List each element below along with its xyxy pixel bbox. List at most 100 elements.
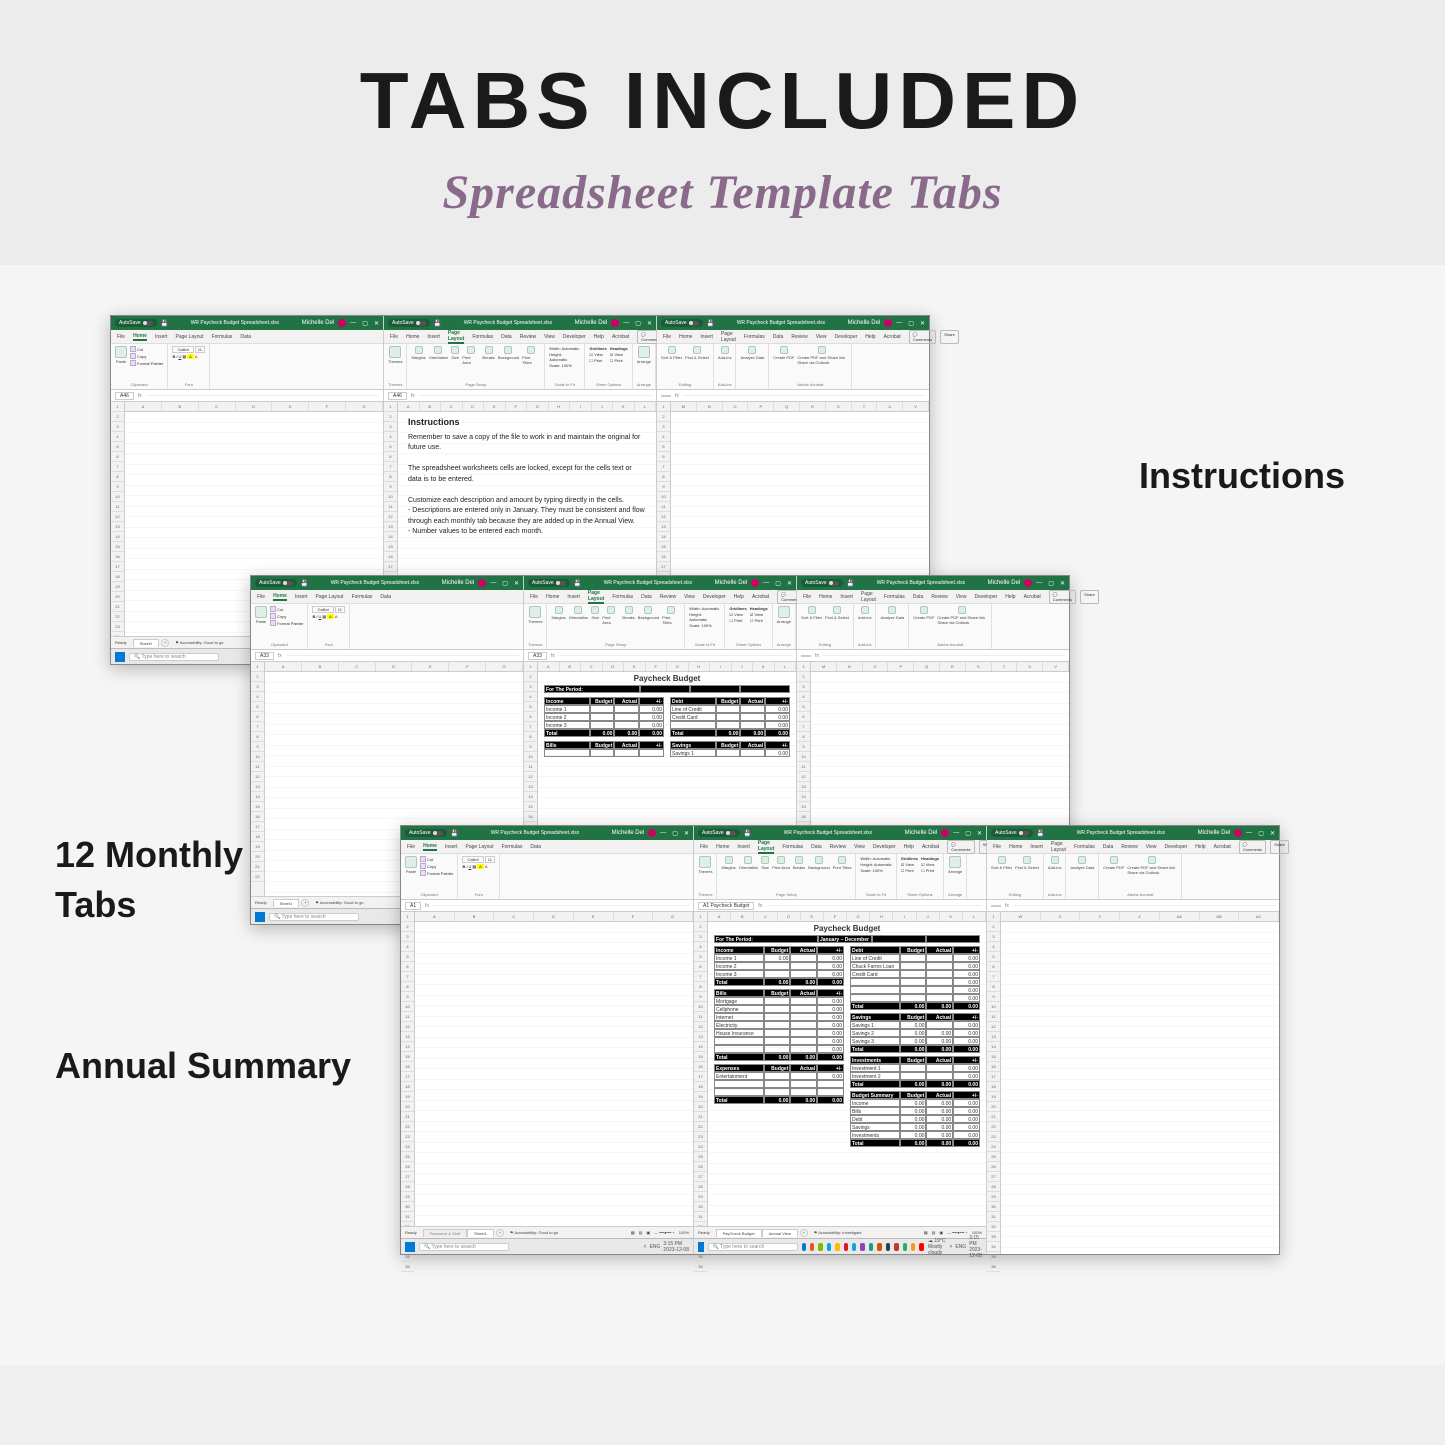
ribbon-tab-file[interactable]: File	[390, 334, 398, 340]
ribbon-tab-help[interactable]: Help	[594, 334, 604, 340]
analyze-button[interactable]: Analyze Data	[1070, 856, 1094, 870]
addins-button[interactable]: Add-ins	[718, 346, 732, 360]
taskbar-app-icon[interactable]	[877, 1243, 881, 1251]
height-select[interactable]: Height: Automatic	[689, 612, 720, 622]
font-size-select[interactable]: 11	[335, 606, 345, 613]
ribbon-tab-data[interactable]: Data	[913, 594, 924, 600]
close-icon[interactable]: ✕	[787, 580, 792, 587]
taskbar-search[interactable]: 🔍 Type here to search	[419, 1243, 509, 1251]
ribbon-tab-file[interactable]: File	[117, 334, 125, 340]
sheet-tab-paycheck-budget[interactable]: PayCheck Budget	[716, 1229, 762, 1237]
fill-color-button[interactable]: A	[477, 864, 484, 869]
cells[interactable]	[415, 922, 693, 1226]
user-avatar-icon[interactable]	[478, 579, 486, 587]
gridlines-print-check[interactable]: ☐ Print	[589, 358, 606, 363]
zoom-slider[interactable]: — ━━●━━ +	[654, 1230, 675, 1235]
font-color-button[interactable]: A	[485, 864, 488, 869]
minimize-icon[interactable]: —	[350, 320, 356, 327]
breaks-button[interactable]: Breaks	[793, 856, 805, 870]
ribbon-tab-formulas[interactable]: Formulas	[502, 844, 523, 850]
headings-view-check[interactable]: ☑ View	[750, 612, 768, 617]
gridlines-view-check[interactable]: ☑ View	[589, 352, 606, 357]
format-painter-button[interactable]: Format Painter	[420, 870, 453, 876]
bold-button[interactable]: B	[172, 354, 175, 359]
name-box[interactable]: A1 Paycheck Budget	[698, 902, 754, 910]
scale-select[interactable]: Scale: 100%	[860, 868, 891, 873]
add-sheet-button[interactable]: +	[301, 899, 309, 907]
margins-button[interactable]: Margins	[411, 346, 425, 360]
background-button[interactable]: Background	[498, 346, 519, 360]
maximize-icon[interactable]: ▢	[908, 320, 914, 327]
arrange-button[interactable]: Arrange	[948, 856, 962, 874]
minimize-icon[interactable]: —	[953, 830, 959, 837]
autosave-toggle[interactable]: AutoSave	[698, 829, 740, 837]
save-icon[interactable]: 💾	[744, 830, 751, 837]
ribbon-tab-insert[interactable]: Insert	[840, 594, 853, 600]
fx-icon[interactable]: fx	[551, 653, 555, 659]
taskbar-search[interactable]: 🔍 Type here to search	[269, 913, 359, 921]
breaks-button[interactable]: Breaks	[482, 346, 494, 360]
border-button[interactable]: ▦	[472, 864, 476, 869]
headings-print-check[interactable]: ☐ Print	[750, 618, 768, 623]
ribbon-tab-insert[interactable]: Insert	[700, 334, 713, 340]
save-icon[interactable]: 💾	[847, 580, 854, 587]
lang-indicator[interactable]: ENG	[955, 1244, 966, 1250]
fx-icon[interactable]: fx	[138, 393, 142, 399]
fx-icon[interactable]: fx	[675, 393, 679, 399]
name-box[interactable]: A1	[405, 902, 421, 910]
headings-print-check[interactable]: ☐ Print	[921, 868, 939, 873]
close-icon[interactable]: ✕	[1060, 580, 1065, 587]
ribbon-tab-review[interactable]: Review	[520, 334, 536, 340]
clock[interactable]: 3:15 PM2023-12-08	[663, 1241, 689, 1253]
gridlines-print-check[interactable]: ☐ Print	[901, 868, 918, 873]
analyze-button[interactable]: Analyze Data	[880, 606, 904, 620]
ribbon-tab-acrobat[interactable]: Acrobat	[752, 594, 769, 600]
ribbon-tab-home[interactable]: Home	[423, 843, 437, 851]
ribbon-tab-formulas[interactable]: Formulas	[352, 594, 373, 600]
comments-button[interactable]: 💬 Comments	[909, 330, 936, 344]
sort-filter-button[interactable]: Sort & Filter	[991, 856, 1012, 870]
sheet-tab-sheet1[interactable]: Sheet1	[273, 899, 300, 907]
sort-filter-button[interactable]: Sort & Filter	[661, 346, 682, 360]
cut-button[interactable]: Cut	[130, 346, 163, 352]
orientation-button[interactable]: Orientation	[569, 606, 589, 620]
minimize-icon[interactable]: —	[490, 580, 496, 587]
ribbon-tab-help[interactable]: Help	[865, 334, 875, 340]
fx-icon[interactable]: fx	[1005, 903, 1009, 909]
fx-icon[interactable]: fx	[758, 903, 762, 909]
ribbon-tab-formulas[interactable]: Formulas	[884, 594, 905, 600]
taskbar-app-icon[interactable]	[911, 1243, 915, 1251]
comments-button[interactable]: 💬 Comments	[1049, 590, 1076, 604]
print-titles-button[interactable]: Print Titles	[662, 606, 680, 625]
save-icon[interactable]: 💾	[1037, 830, 1044, 837]
ribbon-tab-insert[interactable]: Insert	[567, 594, 580, 600]
border-button[interactable]: ▦	[322, 614, 326, 619]
minimize-icon[interactable]: —	[1246, 830, 1252, 837]
ribbon-tab-page-layout[interactable]: Page Layout	[315, 594, 343, 600]
minimize-icon[interactable]: —	[763, 580, 769, 587]
taskbar-app-icon[interactable]	[844, 1243, 848, 1251]
fill-color-button[interactable]: A	[327, 614, 334, 619]
ribbon-tab-home[interactable]: Home	[133, 333, 147, 341]
share-button[interactable]: Share	[940, 330, 959, 344]
taskbar-search[interactable]: 🔍 Type here to search	[708, 1243, 798, 1251]
create-pdf-button[interactable]: Create PDF	[773, 346, 794, 360]
italic-button[interactable]: I	[176, 354, 177, 359]
start-button[interactable]	[255, 912, 265, 922]
user-avatar-icon[interactable]	[1234, 829, 1242, 837]
cut-button[interactable]: Cut	[420, 856, 453, 862]
gridlines-view-check[interactable]: ☑ View	[901, 862, 918, 867]
ribbon-tab-review[interactable]: Review	[1121, 844, 1137, 850]
paste-button[interactable]: Paste	[405, 856, 417, 874]
sheet-tab-sheet1[interactable]: Sheet1	[133, 639, 160, 647]
user-avatar-icon[interactable]	[338, 319, 346, 327]
taskbar-app-icon[interactable]	[894, 1243, 898, 1251]
ribbon-tab-insert[interactable]: Insert	[155, 334, 168, 340]
font-color-button[interactable]: A	[195, 354, 198, 359]
name-box[interactable]: A46	[115, 392, 134, 400]
fx-icon[interactable]: fx	[278, 653, 282, 659]
user-avatar-icon[interactable]	[611, 319, 619, 327]
close-icon[interactable]: ✕	[374, 320, 379, 327]
share-pdf-button[interactable]: Create PDF and Share link Share via Outl…	[797, 346, 847, 365]
user-avatar-icon[interactable]	[884, 319, 892, 327]
